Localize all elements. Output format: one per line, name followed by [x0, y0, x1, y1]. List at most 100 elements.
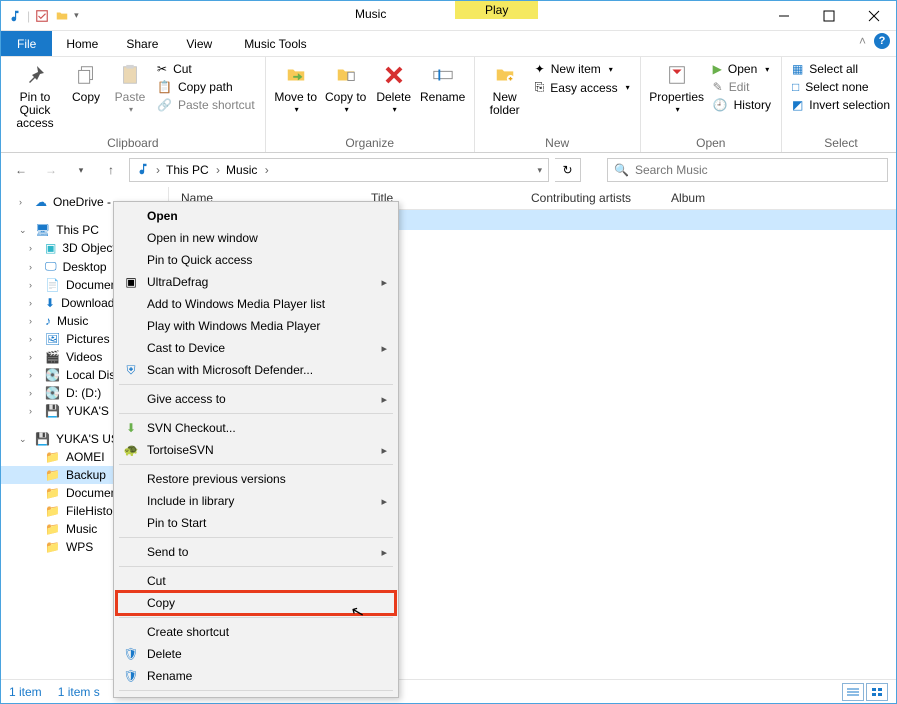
search-input[interactable]	[635, 163, 881, 177]
music-note-icon: ♪	[45, 314, 51, 328]
rename-button[interactable]: Rename	[418, 59, 468, 106]
paste-icon	[114, 61, 146, 89]
close-button[interactable]	[851, 1, 896, 31]
cut-button[interactable]: ✂Cut	[153, 61, 259, 77]
tab-file[interactable]: File	[1, 31, 52, 56]
history-button[interactable]: 🕘History	[709, 97, 775, 113]
status-count: 1 item	[9, 685, 42, 699]
maximize-button[interactable]	[806, 1, 851, 31]
tab-share[interactable]: Share	[112, 33, 172, 55]
forward-button[interactable]: →	[39, 158, 63, 182]
cm-include-library[interactable]: Include in library▸	[117, 490, 395, 512]
cm-play-wmp[interactable]: Play with Windows Media Player	[117, 315, 395, 337]
chevron-right-icon: ▸	[381, 342, 387, 355]
new-item-button[interactable]: ✦New item▾	[531, 61, 634, 77]
move-to-icon	[280, 61, 312, 89]
ribbon-group-select: ▦Select all □Select none ◩Invert selecti…	[782, 57, 897, 152]
edit-icon: ✎	[713, 80, 723, 94]
delete-button[interactable]: Delete▾	[372, 59, 416, 117]
chevron-right-icon: ▸	[381, 276, 387, 289]
cm-separator	[119, 537, 393, 538]
address-dropdown-icon[interactable]: ▾	[537, 165, 542, 176]
cm-pin-start[interactable]: Pin to Start	[117, 512, 395, 534]
cm-restore-previous[interactable]: Restore previous versions	[117, 468, 395, 490]
cm-rename[interactable]: 🛡Rename	[117, 665, 395, 687]
group-label: New	[481, 134, 634, 152]
refresh-button[interactable]: ↻	[555, 158, 581, 182]
cm-cut[interactable]: Cut	[117, 570, 395, 592]
pc-icon: 🖥	[35, 223, 50, 237]
folder-icon[interactable]	[54, 8, 70, 24]
tortoise-icon: 🐢	[123, 442, 139, 458]
cm-scan-defender[interactable]: ⛨Scan with Microsoft Defender...	[117, 359, 395, 381]
cm-separator	[119, 464, 393, 465]
usb-icon: 💾	[45, 404, 60, 418]
shield-icon: 🛡	[123, 668, 139, 684]
video-icon: 🎬	[45, 350, 60, 364]
music-note-icon	[136, 162, 150, 179]
breadcrumb[interactable]: Music	[226, 163, 269, 177]
easy-access-button[interactable]: ⎘Easy access▾	[531, 79, 634, 96]
help-icon[interactable]: ?	[874, 33, 890, 49]
select-none-button[interactable]: □Select none	[788, 79, 894, 95]
ultradefrag-icon: ▣	[123, 274, 139, 290]
copy-to-button[interactable]: Copy to▾	[322, 59, 370, 117]
open-button[interactable]: ▶Open▾	[709, 61, 775, 77]
back-button[interactable]: ←	[9, 158, 33, 182]
recent-locations-button[interactable]: ▾	[69, 158, 93, 182]
cube-icon: ▣	[45, 241, 56, 255]
column-album[interactable]: Album	[671, 191, 705, 205]
cm-open-new-window[interactable]: Open in new window	[117, 227, 395, 249]
new-folder-button[interactable]: New folder	[481, 59, 529, 119]
invert-selection-button[interactable]: ◩Invert selection	[788, 97, 894, 113]
shield-icon: ⛨	[123, 362, 139, 378]
large-icons-view-button[interactable]	[866, 683, 888, 701]
desktop-icon: 🖵	[45, 259, 57, 274]
document-icon: 📄	[45, 278, 60, 292]
paste-shortcut-button[interactable]: 🔗Paste shortcut	[153, 97, 259, 113]
title-bar: | ▾ Play Music	[1, 1, 896, 31]
tab-home[interactable]: Home	[52, 33, 112, 55]
group-label: Clipboard	[7, 134, 259, 152]
cm-delete[interactable]: 🛡Delete	[117, 643, 395, 665]
tab-music-tools[interactable]: Music Tools	[230, 33, 320, 55]
paste-button[interactable]: Paste▾	[109, 59, 151, 117]
cm-pin-quick-access[interactable]: Pin to Quick access	[117, 249, 395, 271]
cm-separator	[119, 384, 393, 385]
cm-add-wmp-list[interactable]: Add to Windows Media Player list	[117, 293, 395, 315]
picture-icon: 🖼	[45, 332, 60, 346]
copy-path-button[interactable]: 📋Copy path	[153, 79, 259, 95]
column-contributing[interactable]: Contributing artists	[531, 191, 631, 205]
properties-button[interactable]: Properties▾	[647, 59, 707, 117]
chevron-right-icon: ▸	[381, 546, 387, 559]
cm-cast-device[interactable]: Cast to Device▸	[117, 337, 395, 359]
select-all-button[interactable]: ▦Select all	[788, 61, 894, 77]
tab-view[interactable]: View	[172, 33, 226, 55]
new-item-icon: ✦	[535, 62, 545, 76]
cm-ultradefrag[interactable]: ▣UltraDefrag▸	[117, 271, 395, 293]
move-to-button[interactable]: Move to▾	[272, 59, 320, 117]
checkbox-icon[interactable]	[34, 8, 50, 24]
pin-quick-access-button[interactable]: Pin to Quick access	[7, 59, 63, 133]
copy-button[interactable]: Copy	[65, 59, 107, 106]
cm-tortoisesvn[interactable]: 🐢TortoiseSVN▸	[117, 439, 395, 461]
details-view-button[interactable]	[842, 683, 864, 701]
cm-svn-checkout[interactable]: ⬇SVN Checkout...	[117, 417, 395, 439]
address-bar[interactable]: › This PC Music ▾	[129, 158, 549, 182]
folder-icon: 📁	[45, 450, 60, 464]
shield-icon: 🛡	[123, 646, 139, 662]
usb-icon: 💾	[35, 432, 50, 446]
up-button[interactable]: ↑	[99, 158, 123, 182]
cm-send-to[interactable]: Send to▸	[117, 541, 395, 563]
edit-button[interactable]: ✎Edit	[709, 79, 775, 95]
qat-dropdown-icon[interactable]: ▾	[74, 10, 79, 21]
collapse-ribbon-icon[interactable]: ˄	[859, 34, 866, 48]
breadcrumb[interactable]: This PC	[166, 163, 220, 177]
address-bar-row: ← → ▾ ↑ › This PC Music ▾ ↻ 🔍	[1, 153, 896, 187]
folder-icon: 📁	[45, 522, 60, 536]
cm-create-shortcut[interactable]: Create shortcut	[117, 621, 395, 643]
cm-give-access[interactable]: Give access to▸	[117, 388, 395, 410]
cm-open[interactable]: Open	[117, 205, 395, 227]
search-box[interactable]: 🔍	[607, 158, 888, 182]
minimize-button[interactable]	[761, 1, 806, 31]
